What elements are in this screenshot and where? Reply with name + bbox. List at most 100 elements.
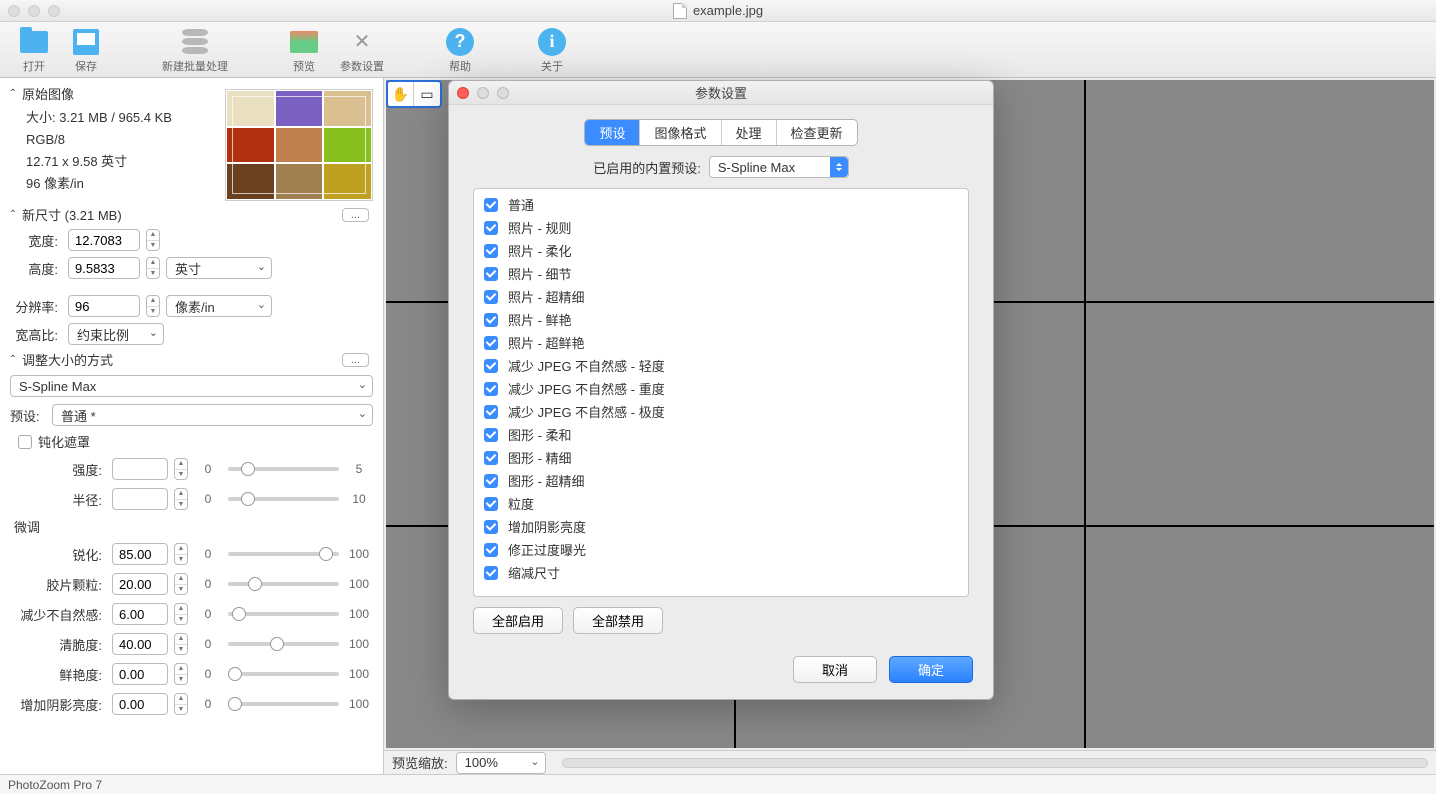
height-stepper[interactable]: ▲▼	[146, 257, 160, 279]
enable-all-button[interactable]: 全部启用	[473, 607, 563, 634]
preset-select[interactable]: 普通 *	[52, 404, 373, 426]
checkbox-checked-icon[interactable]	[484, 566, 498, 580]
list-item[interactable]: 照片 - 柔化	[474, 239, 968, 262]
checkbox-checked-icon[interactable]	[484, 198, 498, 212]
resolution-input[interactable]	[68, 295, 140, 317]
about-button[interactable]: i 关于	[526, 24, 578, 76]
list-item[interactable]: 照片 - 细节	[474, 262, 968, 285]
checkbox-checked-icon[interactable]	[484, 290, 498, 304]
list-item[interactable]: 修正过度曝光	[474, 538, 968, 561]
list-item[interactable]: 照片 - 超鲜艳	[474, 331, 968, 354]
vivid-stepper[interactable]: ▲▼	[174, 663, 188, 685]
grain-slider[interactable]	[228, 582, 339, 586]
more-button[interactable]: ...	[342, 208, 369, 222]
checkbox-checked-icon[interactable]	[484, 497, 498, 511]
thumbnail-preview[interactable]	[225, 89, 373, 201]
width-input[interactable]	[68, 229, 140, 251]
intensity-slider[interactable]	[228, 467, 339, 471]
list-item[interactable]: 普通	[474, 193, 968, 216]
shadow-input[interactable]	[112, 693, 168, 715]
tab-updates[interactable]: 检查更新	[777, 120, 857, 145]
aspect-select[interactable]: 约束比例	[68, 323, 164, 345]
sharpen-slider[interactable]	[228, 552, 339, 556]
list-item[interactable]: 照片 - 规则	[474, 216, 968, 239]
height-input[interactable]	[68, 257, 140, 279]
cancel-button[interactable]: 取消	[793, 656, 877, 683]
sharpen-input[interactable]	[112, 543, 168, 565]
checkbox-checked-icon[interactable]	[484, 244, 498, 258]
shadow-slider[interactable]	[228, 702, 339, 706]
pan-tool-button[interactable]: ✋	[388, 82, 414, 106]
disable-all-button[interactable]: 全部禁用	[573, 607, 663, 634]
unsharp-checkbox[interactable]	[18, 435, 32, 449]
tab-processing[interactable]: 处理	[722, 120, 777, 145]
radius-stepper[interactable]: ▲▼	[174, 488, 188, 510]
grain-input[interactable]	[112, 573, 168, 595]
width-stepper[interactable]: ▲▼	[146, 229, 160, 251]
checkbox-checked-icon[interactable]	[484, 451, 498, 465]
intensity-stepper[interactable]: ▲▼	[174, 458, 188, 480]
preview-button[interactable]: 预览	[278, 24, 330, 76]
crisp-stepper[interactable]: ▲▼	[174, 633, 188, 655]
list-item[interactable]: 粒度	[474, 492, 968, 515]
section-resize-method[interactable]: ⌃ 调整大小的方式 ...	[0, 348, 383, 371]
artifact-input[interactable]	[112, 603, 168, 625]
preferences-button[interactable]: ✕ 参数设置	[330, 24, 394, 76]
checkbox-checked-icon[interactable]	[484, 520, 498, 534]
vivid-input[interactable]	[112, 663, 168, 685]
crisp-slider[interactable]	[228, 642, 339, 646]
grain-stepper[interactable]: ▲▼	[174, 573, 188, 595]
crisp-input[interactable]	[112, 633, 168, 655]
section-new-size[interactable]: ⌃ 新尺寸 (3.21 MB) ...	[0, 203, 383, 226]
resolution-unit-select[interactable]: 像素/in	[166, 295, 272, 317]
sharpen-stepper[interactable]: ▲▼	[174, 543, 188, 565]
vivid-slider[interactable]	[228, 672, 339, 676]
more-button[interactable]: ...	[342, 353, 369, 367]
checkbox-checked-icon[interactable]	[484, 382, 498, 396]
list-item[interactable]: 图形 - 柔和	[474, 423, 968, 446]
radius-slider[interactable]	[228, 497, 339, 501]
resolution-stepper[interactable]: ▲▼	[146, 295, 160, 317]
open-button[interactable]: 打开	[8, 24, 60, 76]
radius-input[interactable]	[112, 488, 168, 510]
checkbox-checked-icon[interactable]	[484, 336, 498, 350]
resize-method-select[interactable]: S-Spline Max	[10, 375, 373, 397]
minimize-window-icon[interactable]	[28, 5, 40, 17]
intensity-input[interactable]	[112, 458, 168, 480]
batch-button[interactable]: 新建批量处理	[152, 24, 238, 76]
list-item[interactable]: 图形 - 超精细	[474, 469, 968, 492]
unit-select[interactable]: 英寸	[166, 257, 272, 279]
checkbox-checked-icon[interactable]	[484, 543, 498, 557]
marquee-tool-button[interactable]: ▭	[414, 82, 440, 106]
checkbox-checked-icon[interactable]	[484, 405, 498, 419]
checkbox-checked-icon[interactable]	[484, 313, 498, 327]
checkbox-checked-icon[interactable]	[484, 474, 498, 488]
list-item[interactable]: 减少 JPEG 不自然感 - 极度	[474, 400, 968, 423]
list-item[interactable]: 增加阴影亮度	[474, 515, 968, 538]
help-button[interactable]: ? 帮助	[434, 24, 486, 76]
horizontal-scrollbar[interactable]	[562, 758, 1428, 768]
list-item[interactable]: 照片 - 鲜艳	[474, 308, 968, 331]
artifact-stepper[interactable]: ▲▼	[174, 603, 188, 625]
list-item[interactable]: 缩减尺寸	[474, 561, 968, 584]
save-button[interactable]: 保存	[60, 24, 112, 76]
list-item[interactable]: 图形 - 精细	[474, 446, 968, 469]
ok-button[interactable]: 确定	[889, 656, 973, 683]
list-item[interactable]: 减少 JPEG 不自然感 - 重度	[474, 377, 968, 400]
close-window-icon[interactable]	[8, 5, 20, 17]
list-item[interactable]: 照片 - 超精细	[474, 285, 968, 308]
checkbox-checked-icon[interactable]	[484, 428, 498, 442]
close-icon[interactable]	[457, 87, 469, 99]
zoom-window-icon[interactable]	[48, 5, 60, 17]
artifact-slider[interactable]	[228, 612, 339, 616]
checkbox-checked-icon[interactable]	[484, 221, 498, 235]
list-item[interactable]: 减少 JPEG 不自然感 - 轻度	[474, 354, 968, 377]
zoom-select[interactable]: 100%	[456, 752, 546, 774]
tab-presets[interactable]: 预设	[585, 120, 640, 145]
checkbox-checked-icon[interactable]	[484, 267, 498, 281]
shadow-stepper[interactable]: ▲▼	[174, 693, 188, 715]
preset-engine-select[interactable]: S-Spline Max	[709, 156, 849, 178]
window-traffic-lights[interactable]	[8, 5, 60, 17]
checkbox-checked-icon[interactable]	[484, 359, 498, 373]
tab-image-formats[interactable]: 图像格式	[640, 120, 721, 145]
